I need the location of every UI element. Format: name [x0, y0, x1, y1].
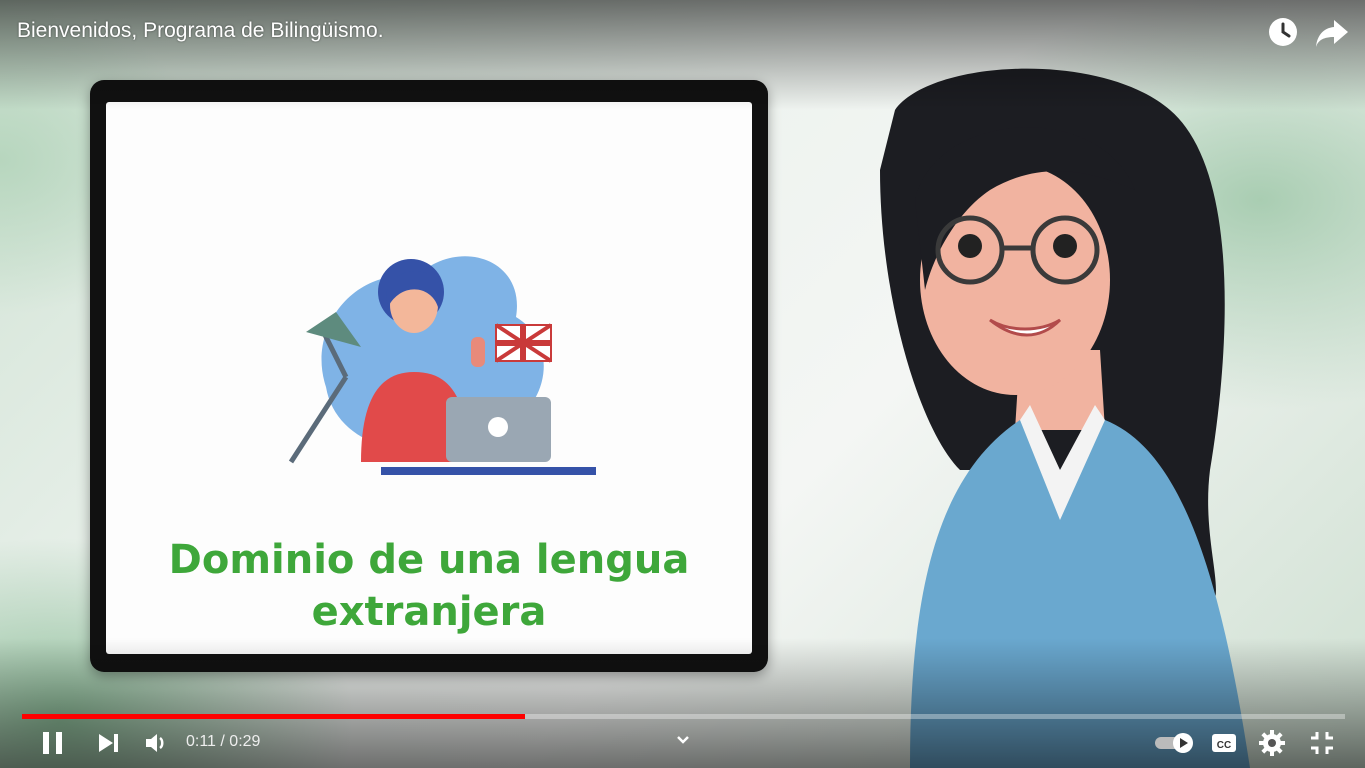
duration: 0:29	[229, 733, 261, 750]
top-gradient	[0, 0, 1365, 110]
video-player[interactable]: Dominio de una lengua extranjera Bienven…	[0, 0, 1365, 768]
volume-button[interactable]	[140, 727, 172, 759]
captions-button[interactable]: CC	[1208, 727, 1240, 759]
svg-text:CC: CC	[1217, 740, 1231, 751]
next-icon	[99, 734, 118, 752]
volume-icon	[146, 734, 164, 752]
video-title[interactable]: Bienvenidos, Programa de Bilingüismo.	[17, 19, 384, 43]
share-arrow-icon	[1316, 20, 1348, 47]
current-time: 0:11	[186, 733, 216, 750]
exit-fullscreen-icon	[1311, 732, 1333, 754]
time-separator: /	[215, 733, 230, 750]
share-button[interactable]	[1312, 14, 1352, 54]
autoplay-toggle-icon	[1155, 733, 1193, 753]
clock-icon	[1269, 18, 1297, 46]
slide-headline-line1: Dominio de una lengua	[168, 537, 690, 583]
slide-content: Dominio de una lengua extranjera	[106, 102, 752, 654]
student-laptop-illustration	[288, 256, 596, 475]
slide-headline: Dominio de una lengua extranjera	[106, 534, 752, 638]
next-button[interactable]	[93, 727, 125, 759]
autoplay-toggle[interactable]	[1152, 727, 1198, 759]
slide-board: Dominio de una lengua extranjera	[90, 80, 768, 672]
gear-icon	[1259, 730, 1285, 756]
settings-button[interactable]	[1256, 727, 1288, 759]
pause-icon	[43, 732, 62, 754]
cc-icon: CC	[1212, 734, 1236, 752]
chevron-down-icon	[677, 736, 689, 744]
exit-fullscreen-button[interactable]	[1306, 727, 1338, 759]
watch-later-button[interactable]	[1263, 14, 1303, 54]
progress-played	[22, 714, 525, 719]
slide-headline-line2: extranjera	[311, 589, 547, 635]
chapters-button[interactable]	[670, 728, 696, 752]
pause-button[interactable]	[37, 727, 69, 759]
progress-bar[interactable]	[22, 714, 1345, 719]
time-display: 0:11 / 0:29	[186, 733, 260, 751]
